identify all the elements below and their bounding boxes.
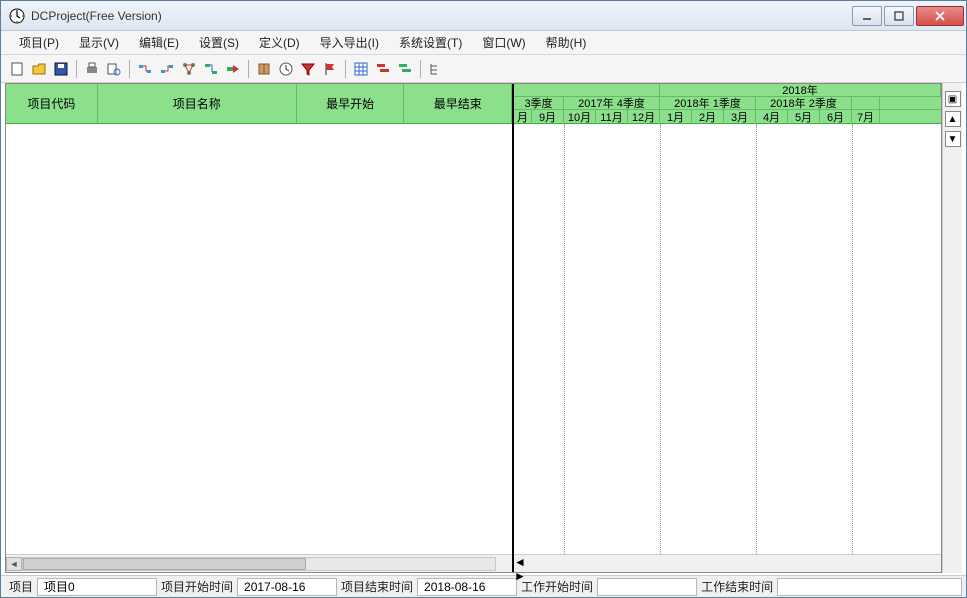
scroll-track[interactable]	[22, 557, 496, 571]
toolbar-separator	[420, 60, 421, 78]
gridline	[660, 124, 661, 554]
month-cell: 1月	[660, 110, 692, 124]
grid-icon[interactable]	[351, 59, 371, 79]
column-header-2[interactable]: 最早开始	[297, 84, 405, 123]
month-cell: 10月	[564, 110, 596, 124]
toolbar-separator	[248, 60, 249, 78]
menu-item-4[interactable]: 定义(D)	[249, 31, 310, 54]
status-start-value: 2017-08-16	[237, 578, 337, 596]
side-toolbar: ▣ ▲ ▼	[942, 83, 962, 573]
gridline	[852, 124, 853, 554]
month-cell: 月	[514, 110, 532, 124]
gridline	[564, 124, 565, 554]
minimize-button[interactable]	[852, 6, 882, 26]
menu-item-6[interactable]: 系统设置(T)	[389, 31, 472, 54]
link1-icon[interactable]	[135, 59, 155, 79]
content-area: 项目代码项目名称最早开始最早结束 ◄ ► 2018年 3季度2017年 4季度2…	[1, 83, 966, 575]
close-button[interactable]	[916, 6, 964, 26]
timeline-month-row: 月9月10月11月12月1月2月3月4月5月6月7月	[514, 110, 941, 124]
quarter-cell-2: 2018年 1季度	[660, 97, 756, 109]
column-header-1[interactable]: 项目名称	[98, 84, 297, 123]
month-cell: 5月	[788, 110, 820, 124]
status-end-label: 项目结束时间	[337, 578, 417, 595]
status-project-label: 项目	[5, 578, 37, 595]
menu-item-3[interactable]: 设置(S)	[189, 31, 249, 54]
month-cell: 9月	[532, 110, 564, 124]
new-icon[interactable]	[7, 59, 27, 79]
toolbar-separator	[129, 60, 130, 78]
menu-item-0[interactable]: 项目(P)	[9, 31, 69, 54]
side-collapse-button[interactable]: ▣	[945, 91, 961, 107]
scroll-right-icon[interactable]: ►	[514, 569, 941, 583]
month-cell: 12月	[628, 110, 660, 124]
menubar: 项目(P)显示(V)编辑(E)设置(S)定义(D)导入导出(I)系统设置(T)窗…	[1, 31, 966, 55]
month-cell: 4月	[756, 110, 788, 124]
toolbar	[1, 55, 966, 83]
toolbar-separator	[345, 60, 346, 78]
month-cell: 6月	[820, 110, 852, 124]
status-end-value: 2018-08-16	[417, 578, 517, 596]
column-header-0[interactable]: 项目代码	[6, 84, 98, 123]
gantt-green-icon[interactable]	[395, 59, 415, 79]
quarter-cell-0: 3季度	[514, 97, 564, 109]
maximize-button[interactable]	[884, 6, 914, 26]
timeline-header: 2018年 3季度2017年 4季度2018年 1季度2018年 2季度 月9月…	[514, 84, 941, 124]
month-cell: 2月	[692, 110, 724, 124]
gantt-body[interactable]	[514, 124, 941, 554]
menu-item-5[interactable]: 导入导出(I)	[310, 31, 389, 54]
month-cell: 11月	[596, 110, 628, 124]
table-pane: 项目代码项目名称最早开始最早结束 ◄ ►	[6, 84, 514, 572]
menu-item-8[interactable]: 帮助(H)	[536, 31, 597, 54]
menu-item-2[interactable]: 编辑(E)	[129, 31, 189, 54]
status-start-label: 项目开始时间	[157, 578, 237, 595]
app-window: DCProject(Free Version) 项目(P)显示(V)编辑(E)设…	[0, 0, 967, 598]
arrow-right-icon[interactable]	[223, 59, 243, 79]
network-icon[interactable]	[179, 59, 199, 79]
filter-icon[interactable]	[298, 59, 318, 79]
app-icon	[9, 8, 25, 24]
tree-icon[interactable]	[426, 59, 446, 79]
table-header: 项目代码项目名称最早开始最早结束	[6, 84, 512, 124]
gridline	[756, 124, 757, 554]
window-buttons	[850, 6, 964, 26]
side-up-button[interactable]: ▲	[945, 111, 961, 127]
month-cell: 7月	[852, 110, 880, 124]
side-down-button[interactable]: ▼	[945, 131, 961, 147]
table-body[interactable]	[6, 124, 512, 554]
month-cell: 3月	[724, 110, 756, 124]
toolbar-separator	[76, 60, 77, 78]
quarter-cell-3: 2018年 2季度	[756, 97, 852, 109]
scroll-left-icon[interactable]: ◄	[6, 557, 22, 571]
scroll-thumb[interactable]	[23, 558, 306, 570]
preview-icon[interactable]	[104, 59, 124, 79]
save-icon[interactable]	[51, 59, 71, 79]
gantt-pane: 2018年 3季度2017年 4季度2018年 1季度2018年 2季度 月9月…	[514, 84, 941, 572]
flag-icon[interactable]	[320, 59, 340, 79]
open-icon[interactable]	[29, 59, 49, 79]
book-icon[interactable]	[254, 59, 274, 79]
activity-icon[interactable]	[201, 59, 221, 79]
menu-item-1[interactable]: 显示(V)	[69, 31, 129, 54]
link2-icon[interactable]	[157, 59, 177, 79]
gantt-red-icon[interactable]	[373, 59, 393, 79]
column-header-3[interactable]: 最早结束	[404, 84, 512, 123]
quarter-cell-4	[852, 97, 880, 109]
menu-item-7[interactable]: 窗口(W)	[472, 31, 535, 54]
clock-icon[interactable]	[276, 59, 296, 79]
scroll-track[interactable]	[530, 557, 925, 571]
split-panes: 项目代码项目名称最早开始最早结束 ◄ ► 2018年 3季度2017年 4季度2…	[5, 83, 942, 573]
table-hscrollbar[interactable]: ◄ ►	[6, 554, 512, 572]
titlebar: DCProject(Free Version)	[1, 1, 966, 31]
quarter-cell-1: 2017年 4季度	[564, 97, 660, 109]
window-title: DCProject(Free Version)	[31, 9, 850, 23]
print-icon[interactable]	[82, 59, 102, 79]
status-project-value: 项目0	[37, 578, 157, 596]
gantt-hscrollbar[interactable]: ◄ ►	[514, 554, 941, 572]
